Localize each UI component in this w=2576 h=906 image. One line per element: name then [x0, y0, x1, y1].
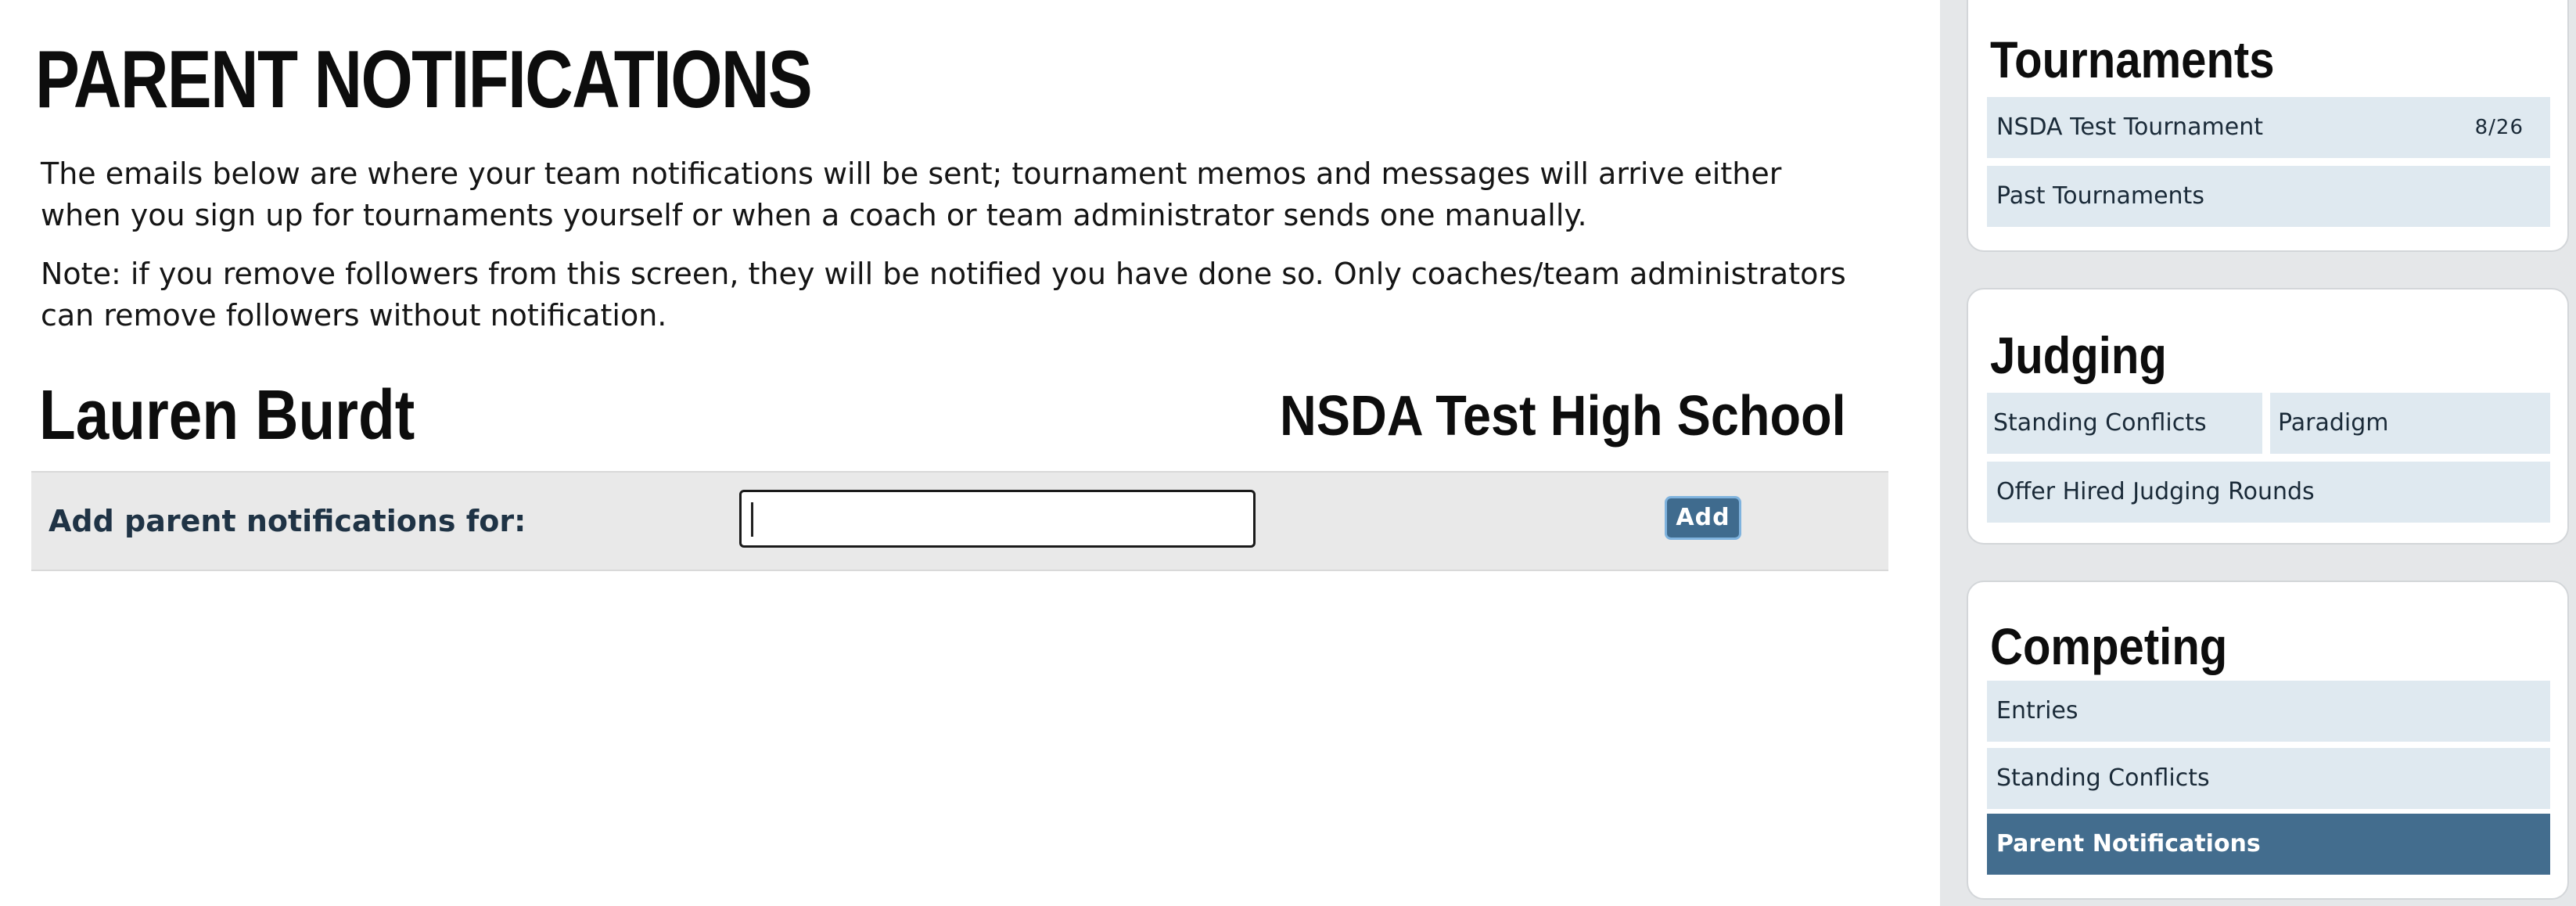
person-name: Lauren Burdt: [39, 376, 415, 455]
main-content: PARENT NOTIFICATIONS The emails below ar…: [0, 0, 1932, 906]
sidebar-item-offer-hired-judging[interactable]: Offer Hired Judging Rounds: [1987, 462, 2550, 523]
text-caret: [751, 502, 753, 537]
competing-title: Competing: [1990, 617, 2228, 675]
sidebar-item-paradigm[interactable]: Paradigm: [2270, 393, 2550, 454]
sidebar-item-past-tournaments[interactable]: Past Tournaments: [1987, 166, 2550, 227]
intro-text: The emails below are where your team not…: [41, 156, 1782, 232]
sidebar-item-label: Standing Conflicts: [1993, 409, 2207, 437]
sidebar-item-label: Parent Notifications: [1996, 830, 2261, 857]
sidebar-item-label: NSDA Test Tournament: [1996, 113, 2263, 141]
add-notification-row: Add parent notifications for: Add: [31, 471, 1888, 571]
sidebar-item-label: Entries: [1996, 697, 2078, 724]
page-title: PARENT NOTIFICATIONS: [35, 34, 813, 125]
school-name: NSDA Test High School: [1280, 385, 1846, 448]
sidebar-item-competing-standing-conflicts[interactable]: Standing Conflicts: [1987, 748, 2550, 809]
competing-card: Competing Entries Standing Conflicts Par…: [1967, 581, 2569, 900]
tournaments-card: Tournaments NSDA Test Tournament 8/26 Pa…: [1967, 0, 2569, 252]
sidebar-item-nsda-test-tournament[interactable]: NSDA Test Tournament 8/26: [1987, 97, 2550, 158]
note-text: Note: if you remove followers from this …: [41, 257, 1846, 333]
sidebar-item-label: Standing Conflicts: [1996, 764, 2210, 792]
tournament-count-badge: 8/26: [2474, 116, 2524, 139]
parent-email-input[interactable]: [739, 490, 1256, 548]
sidebar-item-judging-standing-conflicts[interactable]: Standing Conflicts: [1987, 393, 2262, 454]
tournaments-title: Tournaments: [1990, 31, 2275, 88]
add-notification-label: Add parent notifications for:: [49, 504, 526, 538]
sidebar-item-label: Paradigm: [2278, 409, 2389, 437]
add-button[interactable]: Add: [1665, 496, 1741, 540]
sidebar-item-label: Past Tournaments: [1996, 182, 2204, 210]
sidebar-item-parent-notifications[interactable]: Parent Notifications: [1987, 814, 2550, 875]
judging-title: Judging: [1990, 326, 2167, 384]
sidebar: Tournaments NSDA Test Tournament 8/26 Pa…: [1940, 0, 2576, 906]
sidebar-item-entries[interactable]: Entries: [1987, 681, 2550, 742]
judging-card: Judging Standing Conflicts Paradigm Offe…: [1967, 288, 2569, 545]
sidebar-item-label: Offer Hired Judging Rounds: [1996, 478, 2315, 505]
